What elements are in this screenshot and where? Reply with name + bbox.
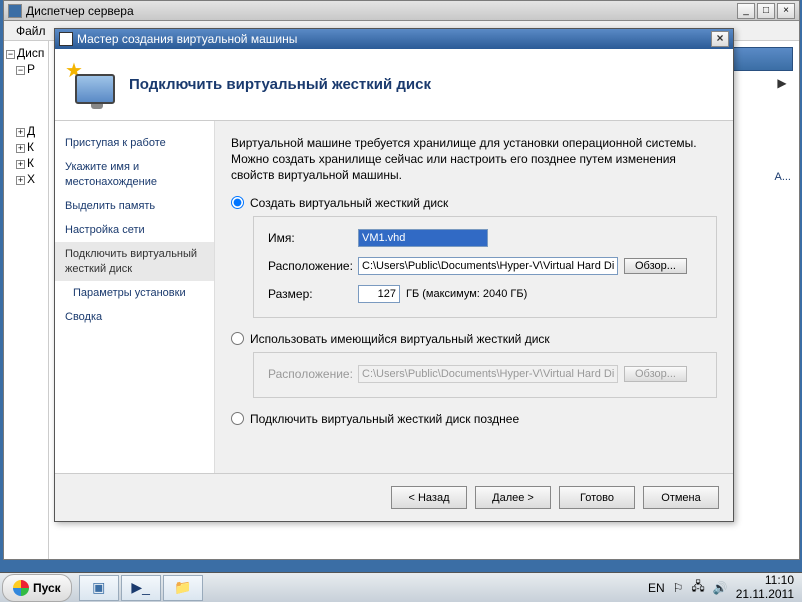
name-input[interactable]	[358, 229, 488, 247]
location-input[interactable]	[358, 257, 618, 275]
parent-title: Диспетчер сервера	[26, 4, 737, 18]
wizard-footer: < Назад Далее > Готово Отмена	[55, 473, 733, 521]
close-button[interactable]: ×	[711, 31, 729, 47]
finish-button[interactable]: Готово	[559, 486, 635, 509]
wizard-icon	[59, 32, 73, 46]
tree-node[interactable]: +К	[6, 139, 46, 155]
cancel-button[interactable]: Отмена	[643, 486, 719, 509]
step-summary[interactable]: Сводка	[55, 305, 214, 329]
windows-logo-icon	[13, 580, 29, 596]
vm-wizard-dialog: Мастер создания виртуальной машины × ★ П…	[54, 28, 734, 522]
create-vhd-group: Имя: Расположение: Обзор... Размер: ГБ (…	[253, 216, 717, 318]
radio-use-existing[interactable]	[231, 332, 244, 345]
wizard-description: Виртуальной машине требуется хранилище д…	[231, 135, 717, 184]
step-network[interactable]: Настройка сети	[55, 218, 214, 242]
wizard-steps: Приступая к работе Укажите имя и местона…	[55, 121, 215, 473]
back-button[interactable]: < Назад	[391, 486, 467, 509]
location2-input	[358, 365, 618, 383]
wizard-title-text: Мастер создания виртуальной машины	[77, 32, 711, 46]
tree-node[interactable]: +К	[6, 155, 46, 171]
parent-titlebar: Диспетчер сервера _ □ ×	[4, 1, 799, 21]
size-unit: ГБ (максимум: 2040 ГБ)	[406, 288, 527, 300]
tree-node[interactable]: −Дисп	[6, 45, 46, 61]
system-tray: EN ⚐ 🖧 🔊 11:10 21.11.2011	[640, 574, 802, 600]
task-explorer[interactable]: 📁	[163, 575, 203, 601]
existing-vhd-group: Расположение: Обзор...	[253, 352, 717, 398]
radio-use-existing-label: Использовать имеющийся виртуальный жестк…	[250, 332, 550, 346]
radio-attach-later-label: Подключить виртуальный жесткий диск позд…	[250, 412, 519, 426]
tree-pane: −Дисп −Р +Д +К +К +Х	[4, 41, 49, 559]
wizard-titlebar: Мастер создания виртуальной машины ×	[55, 29, 733, 49]
radio-attach-later[interactable]	[231, 412, 244, 425]
radio-create-vhd[interactable]	[231, 196, 244, 209]
tray-network-icon[interactable]: 🖧	[691, 577, 704, 598]
chevron-right-icon[interactable]: ▶	[775, 76, 789, 90]
task-powershell[interactable]: ▶_	[121, 575, 161, 601]
size-input[interactable]	[358, 285, 400, 303]
clock[interactable]: 11:10 21.11.2011	[736, 574, 794, 600]
new-vm-icon: ★	[69, 62, 115, 108]
tree-node	[6, 77, 46, 123]
wizard-header: ★ Подключить виртуальный жесткий диск	[55, 49, 733, 121]
browse2-button: Обзор...	[624, 366, 687, 382]
next-button[interactable]: Далее >	[475, 486, 551, 509]
side-link[interactable]: А...	[774, 171, 791, 183]
size-label: Размер:	[268, 287, 358, 301]
step-connect-vhd[interactable]: Подключить виртуальный жесткий диск	[55, 242, 214, 281]
minimize-button[interactable]: _	[737, 3, 755, 19]
tray-flag-icon[interactable]: ⚐	[673, 581, 684, 595]
tree-node[interactable]: +Д	[6, 123, 46, 139]
location2-label: Расположение:	[268, 367, 358, 381]
tray-sound-icon[interactable]: 🔊	[713, 581, 728, 595]
browse-button[interactable]: Обзор...	[624, 258, 687, 274]
wizard-heading: Подключить виртуальный жесткий диск	[129, 76, 431, 93]
lang-indicator[interactable]: EN	[648, 581, 665, 595]
step-memory[interactable]: Выделить память	[55, 194, 214, 218]
step-install-options[interactable]: Параметры установки	[55, 281, 214, 305]
tree-node[interactable]: −Р	[6, 61, 46, 77]
step-name-location[interactable]: Укажите имя и местонахождение	[55, 155, 214, 194]
close-button[interactable]: ×	[777, 3, 795, 19]
menu-file[interactable]: Файл	[8, 22, 54, 40]
step-getting-started[interactable]: Приступая к работе	[55, 131, 214, 155]
wizard-content: Виртуальной машине требуется хранилище д…	[215, 121, 733, 473]
tree-node[interactable]: +Х	[6, 171, 46, 187]
taskbar: Пуск ▣ ▶_ 📁 EN ⚐ 🖧 🔊 11:10 21.11.2011	[0, 572, 802, 602]
maximize-button[interactable]: □	[757, 3, 775, 19]
task-server-manager[interactable]: ▣	[79, 575, 119, 601]
radio-create-vhd-label: Создать виртуальный жесткий диск	[250, 196, 448, 210]
start-button[interactable]: Пуск	[2, 574, 72, 602]
location-label: Расположение:	[268, 259, 358, 273]
app-icon	[8, 4, 22, 18]
name-label: Имя:	[268, 231, 358, 245]
